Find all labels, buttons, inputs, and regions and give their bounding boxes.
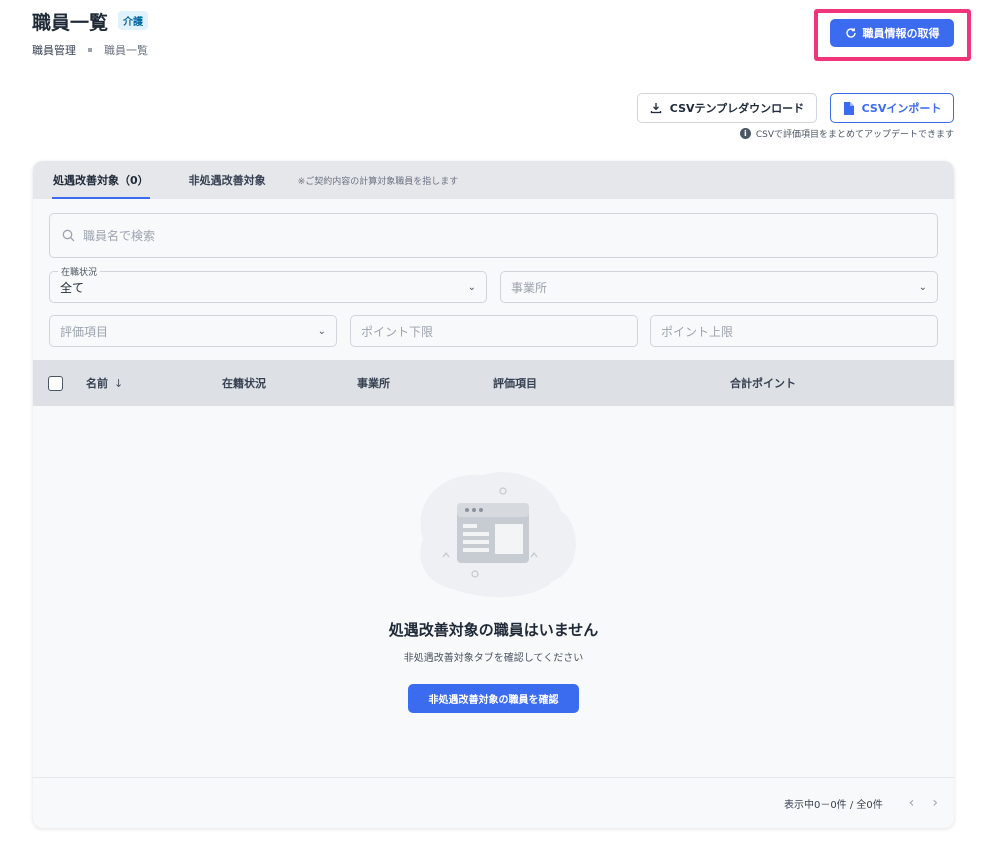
- pagination-count: 表示中0－0件 / 全0件: [783, 799, 883, 811]
- info-icon: i: [739, 128, 751, 139]
- file-icon: [843, 101, 854, 115]
- column-name-label: 名前: [86, 377, 108, 390]
- tab-target-count: （0）: [119, 174, 149, 187]
- download-icon: [650, 103, 661, 114]
- breadcrumb-staff-list: 職員一覧: [104, 44, 148, 57]
- csv-template-label: CSVテンプレダウンロード: [669, 102, 805, 115]
- chevron-left-icon[interactable]: ‹: [909, 795, 915, 811]
- refresh-icon: [845, 28, 856, 38]
- point-max-placeholder: ポイント上限: [661, 324, 734, 339]
- search-input[interactable]: [83, 228, 937, 243]
- search-icon: [62, 229, 75, 242]
- page-title: 職員一覧: [32, 12, 109, 34]
- evaluation-item-select[interactable]: 評価項目 ⌄: [49, 315, 337, 347]
- csv-import-button[interactable]: CSVインポート: [830, 93, 954, 123]
- chevron-down-icon: ⌄: [918, 281, 927, 293]
- employment-status-label: 在職状況: [58, 265, 101, 278]
- tab-bar: 処遇改善対象 （0） 非処遇改善対象 ※ご契約内容の計算対象職員を指します: [33, 161, 954, 199]
- tab-target[interactable]: 処遇改善対象 （0）: [33, 161, 169, 199]
- table-footer: 表示中0－0件 / 全0件 ‹ ›: [33, 777, 954, 828]
- point-min-input[interactable]: ポイント下限: [350, 315, 638, 347]
- employment-status-select[interactable]: 在職状況 全て ⌄: [49, 265, 487, 303]
- empty-state-illustration: [420, 472, 576, 598]
- csv-template-download-button[interactable]: CSVテンプレダウンロード: [637, 93, 817, 123]
- csv-note: i CSVで評価項目をまとめてアップデートできます: [739, 127, 954, 140]
- staff-card: 処遇改善対象 （0） 非処遇改善対象 ※ご契約内容の計算対象職員を指します 在職…: [33, 161, 954, 828]
- point-min-placeholder: ポイント下限: [361, 324, 434, 339]
- evaluation-item-placeholder: 評価項目: [60, 324, 109, 339]
- empty-subtitle: 非処遇改善対象タブを確認してください: [403, 653, 584, 664]
- chevron-right-icon[interactable]: ›: [932, 795, 938, 811]
- point-max-input[interactable]: ポイント上限: [650, 315, 938, 347]
- table-header: 名前 ↓ 在籍状況 事業所 評価項目 合計ポイント: [33, 360, 954, 406]
- chevron-down-icon: ⌄: [317, 325, 326, 337]
- csv-note-text: CSVで評価項目をまとめてアップデートできます: [755, 130, 954, 140]
- breadcrumb: 職員管理 職員一覧: [32, 42, 148, 58]
- arrow-down-icon: ↓: [114, 376, 124, 390]
- select-all-cell: [48, 360, 63, 406]
- office-placeholder: 事業所: [511, 280, 548, 295]
- tab-note: ※ご契約内容の計算対象職員を指します: [297, 176, 459, 187]
- fetch-staff-label: 職員情報の取得: [862, 27, 940, 40]
- tab-non-target[interactable]: 非処遇改善対象: [169, 161, 286, 199]
- empty-title: 処遇改善対象の職員はいません: [388, 621, 599, 639]
- csv-import-label: CSVインポート: [861, 102, 942, 115]
- breadcrumb-staff-management[interactable]: 職員管理: [32, 42, 76, 58]
- service-badge: 介護: [118, 11, 148, 30]
- chevron-down-icon: ⌄: [467, 281, 476, 293]
- view-non-target-staff-button[interactable]: 非処遇改善対象の職員を確認: [408, 684, 579, 713]
- column-office: 事業所: [357, 377, 390, 390]
- office-select[interactable]: 事業所 ⌄: [500, 271, 938, 303]
- employment-status-value: 全て: [60, 280, 85, 295]
- tab-target-label: 処遇改善対象: [53, 174, 119, 187]
- select-all-checkbox[interactable]: [48, 375, 63, 391]
- column-name[interactable]: 名前 ↓: [86, 360, 123, 406]
- fetch-staff-button[interactable]: 職員情報の取得: [830, 19, 954, 47]
- column-employment-status: 在籍状況: [222, 377, 266, 390]
- column-total-points: 合計ポイント: [730, 377, 796, 390]
- search-box: [49, 213, 938, 258]
- column-evaluation-item: 評価項目: [493, 377, 537, 390]
- breadcrumb-separator: [88, 48, 92, 52]
